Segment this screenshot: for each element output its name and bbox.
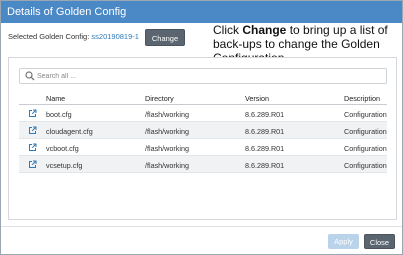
search-input[interactable] xyxy=(37,69,377,83)
callout-prefix: Click xyxy=(213,23,243,37)
cell-version: 8.6.289.R01 xyxy=(245,161,285,170)
config-table: Name Directory Version Description boot.… xyxy=(19,91,387,173)
cell-version: 8.6.289.R01 xyxy=(245,110,285,119)
table-row[interactable]: vcsetup.cfg /flash/working 8.6.289.R01 C… xyxy=(19,156,387,173)
cell-name: vcboot.cfg xyxy=(46,144,79,153)
cell-description: Configuration xyxy=(344,144,387,153)
table-row[interactable]: cloudagent.cfg /flash/working 8.6.289.R0… xyxy=(19,122,387,139)
table-header: Name Directory Version Description xyxy=(19,91,387,105)
external-link-icon[interactable] xyxy=(28,109,37,118)
cell-directory: /flash/working xyxy=(145,127,189,136)
apply-button[interactable]: Apply xyxy=(328,234,359,249)
cell-name: vcsetup.cfg xyxy=(46,161,83,170)
cell-version: 8.6.289.R01 xyxy=(245,127,285,136)
cell-name: cloudagent.cfg xyxy=(46,127,93,136)
cell-description: Configuration xyxy=(344,127,387,136)
cell-version: 8.6.289.R01 xyxy=(245,144,285,153)
dialog-title: Details of Golden Config xyxy=(1,1,402,23)
search-icon xyxy=(25,71,35,81)
cell-directory: /flash/working xyxy=(145,110,189,119)
selected-config-label: Selected Golden Config: xyxy=(8,32,90,41)
external-link-icon[interactable] xyxy=(28,126,37,135)
column-header-version[interactable]: Version xyxy=(245,94,269,103)
external-link-icon[interactable] xyxy=(28,160,37,169)
backup-list-panel: Name Directory Version Description boot.… xyxy=(8,57,397,220)
selected-config-row: Selected Golden Config: ss20190819-1 xyxy=(8,32,139,41)
callout-bold: Change xyxy=(242,23,287,37)
change-button[interactable]: Change xyxy=(145,29,185,46)
close-button[interactable]: Close xyxy=(364,234,395,249)
table-row[interactable]: vcboot.cfg /flash/working 8.6.289.R01 Co… xyxy=(19,139,387,156)
selected-config-value: ss20190819-1 xyxy=(91,32,139,41)
search-box[interactable] xyxy=(19,68,387,84)
cell-description: Configuration xyxy=(344,110,387,119)
golden-config-dialog: Details of Golden Config Selected Golden… xyxy=(0,0,403,255)
cell-description: Configuration xyxy=(344,161,387,170)
table-row[interactable]: boot.cfg /flash/working 8.6.289.R01 Conf… xyxy=(19,105,387,122)
external-link-icon[interactable] xyxy=(28,143,37,152)
cell-directory: /flash/working xyxy=(145,144,189,153)
footer-divider xyxy=(1,226,402,227)
column-header-directory[interactable]: Directory xyxy=(145,94,174,103)
column-header-name[interactable]: Name xyxy=(46,94,65,103)
column-header-description[interactable]: Description xyxy=(344,94,387,103)
cell-directory: /flash/working xyxy=(145,161,189,170)
cell-name: boot.cfg xyxy=(46,110,72,119)
